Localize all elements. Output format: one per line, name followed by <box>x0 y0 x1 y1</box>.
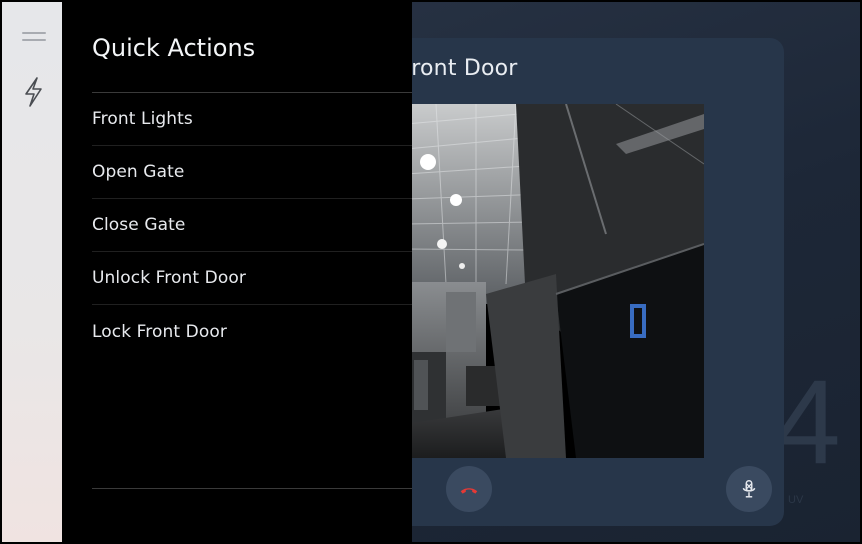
phone-hangup-icon <box>460 488 478 494</box>
quick-action-label: Open Gate <box>92 162 185 182</box>
hamburger-menu-icon[interactable] <box>22 32 46 46</box>
quick-action-unlock-front-door[interactable]: Unlock Front Door <box>92 252 412 305</box>
microphone-mute-icon <box>742 480 756 498</box>
side-rail <box>2 2 62 542</box>
camera-feed-image[interactable] <box>406 104 704 458</box>
quick-action-open-gate[interactable]: Open Gate <box>92 146 412 199</box>
quick-actions-list: Front Lights Open Gate Close Gate Unlock… <box>92 93 412 358</box>
quick-action-label: Front Lights <box>92 109 193 129</box>
intercom-card: Front Door <box>382 38 784 526</box>
quick-action-label: Unlock Front Door <box>92 268 246 288</box>
hangup-button[interactable] <box>446 466 492 512</box>
background-digit: 4 <box>774 355 841 489</box>
quick-action-lock-front-door[interactable]: Lock Front Door <box>92 305 412 358</box>
quick-actions-tab[interactable] <box>16 72 50 112</box>
intercom-title: Front Door <box>400 56 518 81</box>
background-digit-caption: UV <box>788 494 804 506</box>
app-window: 4 UV Front Door Quick Actions Front Ligh… <box>0 0 862 544</box>
divider <box>92 488 412 489</box>
quick-action-front-lights[interactable]: Front Lights <box>92 93 412 146</box>
quick-action-label: Lock Front Door <box>92 321 227 342</box>
hamburger-line <box>22 32 46 34</box>
mute-microphone-button[interactable] <box>726 466 772 512</box>
lightning-bolt-icon <box>25 77 42 107</box>
quick-actions-title: Quick Actions <box>92 34 256 62</box>
quick-action-close-gate[interactable]: Close Gate <box>92 199 412 252</box>
camera-feed-graphic <box>406 104 704 458</box>
quick-action-label: Close Gate <box>92 215 186 235</box>
quick-actions-panel: Quick Actions Front Lights Open Gate Clo… <box>62 2 412 542</box>
hamburger-line <box>22 39 46 41</box>
